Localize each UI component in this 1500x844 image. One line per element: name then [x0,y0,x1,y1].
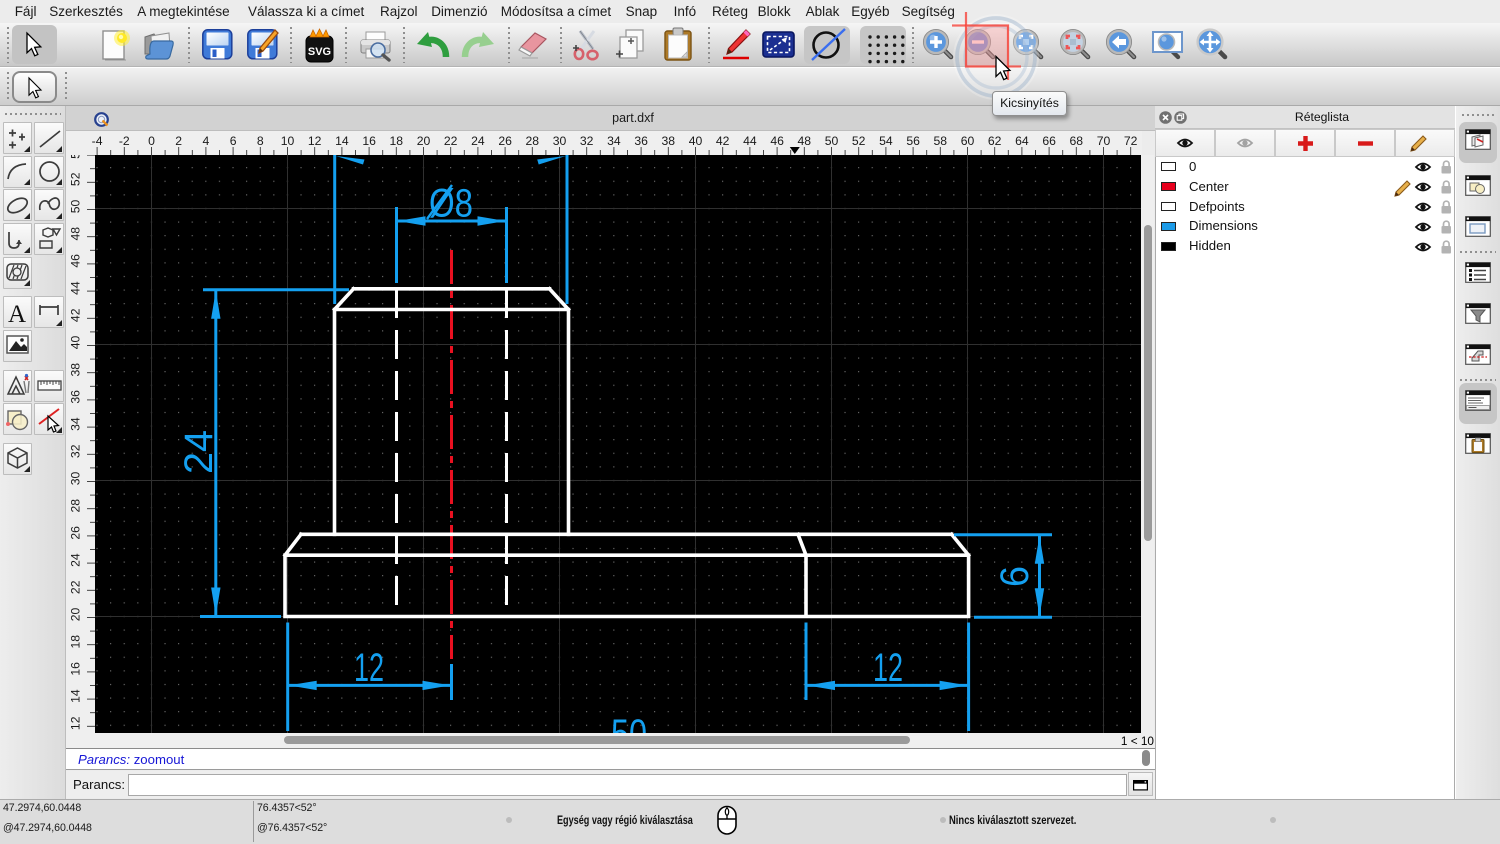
svg-text:26: 26 [498,134,512,148]
svg-text:18: 18 [69,635,83,649]
svg-text:6: 6 [993,566,1037,587]
svg-text:16: 16 [362,134,376,148]
svg-text:24: 24 [177,430,221,474]
svg-text:48: 48 [69,227,83,241]
svg-text:24: 24 [69,553,83,567]
svg-text:SVG: SVG [308,46,331,58]
svg-text:26: 26 [69,526,83,540]
svg-text:34: 34 [607,134,621,148]
svg-text:50: 50 [611,712,647,733]
svg-text:46: 46 [770,134,784,148]
svg-text:-2: -2 [119,134,130,148]
svg-text:20: 20 [69,608,83,622]
svg-text:42: 42 [716,134,730,148]
svg-text:36: 36 [634,134,648,148]
svg-text:28: 28 [526,134,540,148]
svg-text:62: 62 [988,134,1002,148]
svg-text:54: 54 [879,134,893,148]
svg-text:72: 72 [1124,134,1138,148]
svg-text:56: 56 [906,134,920,148]
svg-text:54: 54 [69,155,83,159]
svg-text:32: 32 [69,444,83,458]
svg-text:10: 10 [281,134,295,148]
svg-text:52: 52 [69,172,83,186]
svg-text:46: 46 [69,254,83,268]
svg-text:6: 6 [230,134,237,148]
svg-text:52: 52 [852,134,866,148]
svg-text:0: 0 [148,134,155,148]
svg-text:38: 38 [662,134,676,148]
svg-text:18: 18 [390,134,404,148]
svg-text:58: 58 [934,134,948,148]
svg-text:44: 44 [743,134,757,148]
svg-text:42: 42 [69,308,83,322]
svg-text:36: 36 [69,390,83,404]
svg-text:28: 28 [69,499,83,513]
svg-text:-4: -4 [92,134,103,148]
svg-text:12: 12 [354,646,384,690]
svg-text:66: 66 [1042,134,1056,148]
svg-text:14: 14 [335,134,349,148]
svg-text:70: 70 [1097,134,1111,148]
svg-text:40: 40 [689,134,703,148]
svg-text:44: 44 [69,281,83,295]
svg-text:64: 64 [1015,134,1029,148]
svg-text:22: 22 [444,134,458,148]
svg-text:A: A [8,301,26,328]
svg-text:8: 8 [257,134,264,148]
svg-text:20: 20 [417,134,431,148]
svg-text:68: 68 [1070,134,1084,148]
svg-text:2: 2 [175,134,182,148]
svg-text:50: 50 [825,134,839,148]
svg-text:40: 40 [69,336,83,350]
svg-text:12: 12 [308,134,322,148]
svg-text:12: 12 [69,716,83,730]
svg-text:38: 38 [69,363,83,377]
svg-text:60: 60 [961,134,975,148]
svg-text:50: 50 [69,200,83,214]
svg-text:4: 4 [203,134,210,148]
svg-text:24: 24 [471,134,485,148]
svg-text:48: 48 [798,134,812,148]
svg-text:32: 32 [580,134,594,148]
svg-text:34: 34 [69,417,83,431]
svg-text:30: 30 [553,134,567,148]
svg-text:14: 14 [69,689,83,703]
svg-text:16: 16 [69,662,83,676]
svg-text:22: 22 [69,580,83,594]
svg-text:30: 30 [69,472,83,486]
svg-text:12: 12 [873,646,903,690]
